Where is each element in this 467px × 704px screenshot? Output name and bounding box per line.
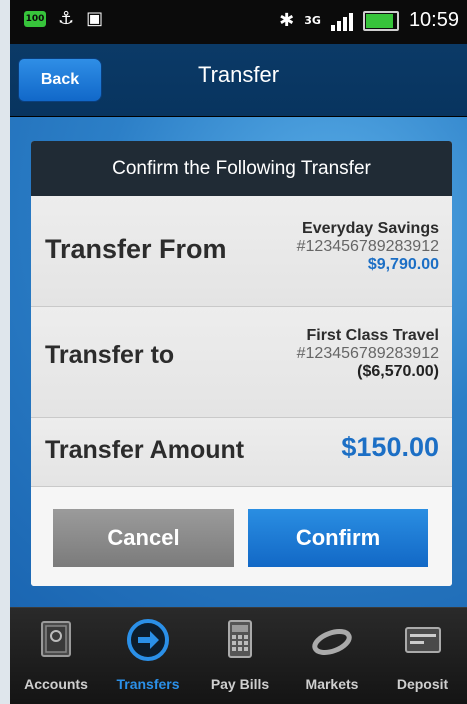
tab-accounts-label: Accounts: [24, 676, 88, 692]
clock: 10:59: [408, 9, 459, 31]
tab-transfers-label: Transfers: [116, 676, 180, 692]
from-account-number: #123456789283912: [296, 238, 439, 255]
tab-pay-bills[interactable]: Pay Bills: [194, 608, 286, 704]
tab-transfers[interactable]: Transfers: [102, 608, 194, 704]
calculator-icon: [228, 620, 252, 658]
transfer-amount-row: Transfer Amount $150.00: [31, 418, 452, 487]
transfer-to-label: Transfer to: [45, 341, 175, 369]
tab-deposit-label: Deposit: [396, 676, 449, 692]
transfer-from-row: Transfer From Everyday Savings #12345678…: [31, 196, 452, 307]
cancel-button[interactable]: Cancel: [53, 509, 234, 567]
to-account-name: First Class Travel: [306, 327, 439, 344]
phone-screen: 100 ⚓ ▣ ✱ 3G 10:59 Back Transfer Confirm…: [10, 0, 467, 704]
from-account-name: Everyday Savings: [302, 220, 439, 237]
signal-icon: [330, 11, 353, 31]
transfer-from-label: Transfer From: [45, 234, 227, 264]
card-title: Confirm the Following Transfer: [31, 141, 452, 196]
to-account-balance: ($6,570.00): [357, 363, 439, 380]
transfer-to-account: First Class Travel #123456789283912 ($6,…: [297, 327, 439, 381]
bottom-tab-bar: Accounts Transfers Pay Bills Markets Dep…: [10, 607, 467, 704]
safe-icon: [41, 621, 71, 657]
bracelet-icon: [312, 629, 352, 655]
page-title: Transfer: [197, 62, 280, 87]
android-debug-icon: ▣: [86, 8, 104, 29]
tab-markets[interactable]: Markets: [286, 608, 378, 704]
battery-notification-icon: 100: [24, 11, 46, 27]
network-type: 3G: [304, 14, 321, 27]
app-header: Back Transfer: [10, 44, 467, 117]
transfer-amount-label: Transfer Amount: [45, 436, 245, 464]
tab-deposit[interactable]: Deposit: [378, 608, 467, 704]
bluetooth-icon: ✱: [279, 9, 295, 31]
arrow-circle-icon: [127, 619, 169, 661]
status-right-icons: ✱ 3G 10:59: [279, 9, 459, 32]
tab-accounts[interactable]: Accounts: [10, 608, 102, 704]
confirm-button[interactable]: Confirm: [248, 509, 428, 567]
battery-icon: [362, 10, 399, 31]
transfer-from-account: Everyday Savings #123456789283912 $9,790…: [297, 220, 439, 274]
transfer-amount-value: $150.00: [341, 432, 439, 462]
tab-markets-label: Markets: [305, 676, 359, 692]
confirm-card: Confirm the Following Transfer Transfer …: [31, 141, 452, 586]
tab-pay-bills-label: Pay Bills: [210, 676, 270, 692]
from-account-balance: $9,790.00: [367, 256, 439, 273]
transfer-to-row: Transfer to First Class Travel #12345678…: [31, 307, 452, 418]
content-area: Confirm the Following Transfer Transfer …: [10, 117, 467, 607]
status-left-icons: 100 ⚓ ▣: [24, 9, 103, 29]
check-card-icon: [404, 627, 441, 653]
usb-icon: ⚓: [58, 8, 75, 29]
status-bar: 100 ⚓ ▣ ✱ 3G 10:59: [10, 0, 467, 44]
to-account-number: #123456789283912: [296, 345, 439, 362]
action-buttons: Cancel Confirm: [31, 487, 452, 586]
